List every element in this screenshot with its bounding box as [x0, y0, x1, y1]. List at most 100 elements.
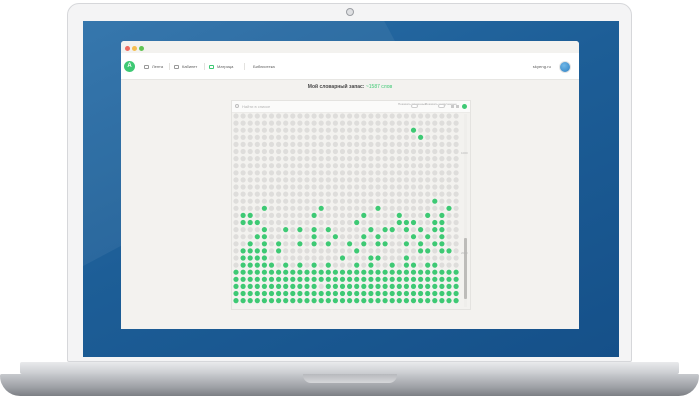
unlearned-word-dot[interactable] — [453, 248, 459, 254]
learned-word-dot[interactable] — [446, 276, 452, 282]
unlearned-word-dot[interactable] — [254, 212, 260, 218]
unlearned-word-dot[interactable] — [318, 113, 324, 119]
unlearned-word-dot[interactable] — [254, 148, 260, 155]
learned-word-dot[interactable] — [261, 234, 267, 240]
unlearned-word-dot[interactable] — [368, 248, 374, 254]
learned-word-dot[interactable] — [396, 298, 402, 304]
learned-word-dot[interactable] — [382, 283, 388, 289]
unlearned-word-dot[interactable] — [311, 156, 317, 162]
learned-word-dot[interactable] — [254, 255, 260, 261]
unlearned-word-dot[interactable] — [339, 191, 346, 197]
learned-word-dot[interactable] — [389, 290, 395, 297]
unlearned-word-dot[interactable] — [361, 184, 367, 190]
unlearned-word-dot[interactable] — [247, 234, 253, 240]
unlearned-word-dot[interactable] — [297, 219, 303, 226]
unlearned-word-dot[interactable] — [332, 148, 338, 155]
unlearned-word-dot[interactable] — [240, 234, 246, 240]
unlearned-word-dot[interactable] — [361, 177, 367, 183]
learned-word-dot[interactable] — [375, 205, 381, 211]
unlearned-word-dot[interactable] — [389, 205, 395, 211]
unlearned-word-dot[interactable] — [290, 120, 296, 126]
unlearned-word-dot[interactable] — [432, 113, 438, 119]
unlearned-word-dot[interactable] — [247, 141, 253, 147]
unlearned-word-dot[interactable] — [432, 120, 438, 126]
unlearned-word-dot[interactable] — [283, 198, 289, 204]
learned-word-dot[interactable] — [418, 227, 424, 233]
unlearned-word-dot[interactable] — [332, 212, 338, 218]
unlearned-word-dot[interactable] — [453, 134, 459, 140]
unlearned-word-dot[interactable] — [304, 234, 310, 240]
unlearned-word-dot[interactable] — [347, 184, 353, 190]
unlearned-word-dot[interactable] — [290, 248, 296, 254]
unlearned-word-dot[interactable] — [276, 177, 282, 183]
learned-word-dot[interactable] — [304, 283, 310, 289]
unlearned-word-dot[interactable] — [453, 262, 459, 268]
unlearned-word-dot[interactable] — [254, 141, 260, 147]
unlearned-word-dot[interactable] — [339, 184, 346, 190]
learned-word-dot[interactable] — [297, 298, 303, 304]
unlearned-word-dot[interactable] — [446, 120, 452, 126]
unlearned-word-dot[interactable] — [389, 156, 395, 162]
learned-word-dot[interactable] — [453, 269, 459, 275]
learned-word-dot[interactable] — [261, 205, 267, 211]
learned-word-dot[interactable] — [432, 276, 438, 282]
unlearned-word-dot[interactable] — [382, 248, 388, 254]
unlearned-word-dot[interactable] — [240, 134, 246, 140]
unlearned-word-dot[interactable] — [425, 205, 431, 211]
unlearned-word-dot[interactable] — [297, 255, 303, 261]
unlearned-word-dot[interactable] — [382, 205, 388, 211]
user-avatar[interactable] — [559, 60, 571, 73]
unlearned-word-dot[interactable] — [403, 134, 409, 140]
learned-word-dot[interactable] — [418, 283, 424, 289]
unlearned-word-dot[interactable] — [368, 205, 374, 211]
unlearned-word-dot[interactable] — [240, 156, 246, 162]
unlearned-word-dot[interactable] — [396, 120, 402, 126]
learned-word-dot[interactable] — [446, 298, 452, 304]
unlearned-word-dot[interactable] — [240, 198, 246, 204]
unlearned-word-dot[interactable] — [354, 148, 360, 155]
learned-word-dot[interactable] — [297, 227, 303, 233]
learned-word-dot[interactable] — [311, 290, 317, 297]
learned-word-dot[interactable] — [347, 290, 353, 297]
learned-word-dot[interactable] — [297, 290, 303, 297]
unlearned-word-dot[interactable] — [276, 234, 282, 240]
learned-word-dot[interactable] — [254, 290, 260, 297]
unlearned-word-dot[interactable] — [453, 141, 459, 147]
learned-word-dot[interactable] — [304, 276, 310, 282]
unlearned-word-dot[interactable] — [268, 184, 275, 190]
unlearned-word-dot[interactable] — [332, 219, 338, 226]
unlearned-word-dot[interactable] — [439, 170, 445, 176]
learned-word-dot[interactable] — [247, 298, 253, 304]
toggle-unlearned[interactable] — [438, 104, 445, 108]
unlearned-word-dot[interactable] — [339, 120, 346, 126]
unlearned-word-dot[interactable] — [446, 255, 452, 261]
learned-word-dot[interactable] — [318, 205, 324, 211]
minimize-window-button[interactable] — [132, 46, 137, 51]
learned-word-dot[interactable] — [311, 241, 317, 247]
unlearned-word-dot[interactable] — [254, 184, 260, 190]
unlearned-word-dot[interactable] — [389, 184, 395, 190]
unlearned-word-dot[interactable] — [418, 212, 424, 218]
unlearned-word-dot[interactable] — [325, 205, 331, 211]
unlearned-word-dot[interactable] — [347, 156, 353, 162]
unlearned-word-dot[interactable] — [325, 191, 331, 197]
unlearned-word-dot[interactable] — [318, 184, 324, 190]
unlearned-word-dot[interactable] — [453, 177, 459, 183]
unlearned-word-dot[interactable] — [375, 212, 381, 218]
unlearned-word-dot[interactable] — [396, 241, 402, 247]
unlearned-word-dot[interactable] — [304, 127, 310, 133]
unlearned-word-dot[interactable] — [403, 163, 409, 169]
learned-word-dot[interactable] — [304, 290, 310, 297]
unlearned-word-dot[interactable] — [247, 177, 253, 183]
unlearned-word-dot[interactable] — [247, 163, 253, 169]
unlearned-word-dot[interactable] — [290, 219, 296, 226]
unlearned-word-dot[interactable] — [347, 255, 353, 261]
unlearned-word-dot[interactable] — [311, 113, 317, 119]
unlearned-word-dot[interactable] — [339, 113, 346, 119]
learned-word-dot[interactable] — [233, 283, 239, 289]
unlearned-word-dot[interactable] — [254, 163, 260, 169]
unlearned-word-dot[interactable] — [304, 141, 310, 147]
unlearned-word-dot[interactable] — [382, 234, 388, 240]
learned-word-dot[interactable] — [354, 290, 360, 297]
unlearned-word-dot[interactable] — [453, 127, 459, 133]
